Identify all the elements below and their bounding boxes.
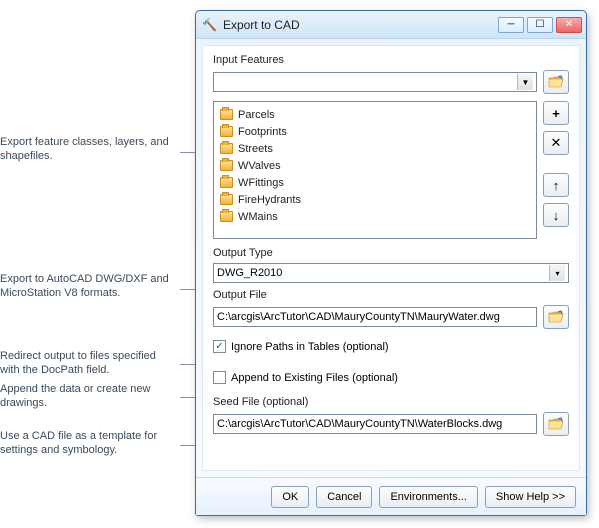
- list-item[interactable]: WValves: [220, 157, 530, 174]
- output-file-label: Output File: [213, 289, 569, 301]
- output-type-combo[interactable]: DWG_R2010 ▾: [213, 263, 569, 283]
- output-type-value: DWG_R2010: [217, 267, 282, 279]
- feature-class-icon: [220, 160, 233, 171]
- folder-open-icon: [548, 417, 564, 431]
- append-label: Append to Existing Files (optional): [231, 372, 398, 384]
- window-title: Export to CAD: [223, 18, 492, 32]
- feature-class-icon: [220, 211, 233, 222]
- feature-class-icon: [220, 177, 233, 188]
- chevron-down-icon: ▾: [549, 265, 565, 281]
- callout-formats: Export to AutoCAD DWG/DXF and MicroStati…: [0, 273, 175, 301]
- feature-class-icon: [220, 126, 233, 137]
- append-checkbox[interactable]: [213, 371, 226, 384]
- list-item-label: WFittings: [238, 177, 284, 189]
- browse-seed-button[interactable]: [543, 412, 569, 436]
- chevron-down-icon: ▼: [517, 74, 533, 90]
- callout-seed: Use a CAD file as a template for setting…: [0, 430, 175, 458]
- browse-output-button[interactable]: [543, 305, 569, 329]
- features-listbox[interactable]: Parcels Footprints Streets WValves WFittings…: [213, 101, 537, 239]
- tool-icon: 🔨: [202, 18, 217, 32]
- callout-redirect: Redirect output to files specified with …: [0, 350, 175, 378]
- add-feature-button[interactable]: +: [543, 101, 569, 125]
- arrow-down-icon: ↓: [553, 208, 560, 223]
- list-item[interactable]: WFittings: [220, 174, 530, 191]
- x-icon: ✕: [551, 135, 562, 151]
- callout-features: Export feature classes, layers, and shap…: [0, 136, 175, 164]
- list-item[interactable]: Parcels: [220, 106, 530, 123]
- list-item[interactable]: FireHydrants: [220, 191, 530, 208]
- cancel-button[interactable]: Cancel: [316, 486, 372, 508]
- close-button[interactable]: ✕: [556, 17, 582, 33]
- dialog-footer: OK Cancel Environments... Show Help >>: [196, 477, 586, 515]
- list-item-label: Parcels: [238, 109, 275, 121]
- ignore-paths-checkbox[interactable]: ✓: [213, 340, 226, 353]
- list-item[interactable]: Footprints: [220, 123, 530, 140]
- titlebar: 🔨 Export to CAD ─ ☐ ✕: [196, 11, 586, 39]
- window-buttons: ─ ☐ ✕: [498, 17, 582, 33]
- output-file-input[interactable]: [213, 307, 537, 327]
- list-item-label: WMains: [238, 211, 278, 223]
- list-item-label: WValves: [238, 160, 281, 172]
- export-to-cad-dialog: 🔨 Export to CAD ─ ☐ ✕ Input Features ▼: [195, 10, 587, 516]
- ignore-paths-label: Ignore Paths in Tables (optional): [231, 341, 389, 353]
- browse-input-button[interactable]: [543, 70, 569, 94]
- input-features-label: Input Features: [213, 54, 569, 66]
- feature-class-icon: [220, 194, 233, 205]
- show-help-button[interactable]: Show Help >>: [485, 486, 576, 508]
- input-features-combo[interactable]: ▼: [213, 72, 537, 92]
- list-item[interactable]: WMains: [220, 208, 530, 225]
- ok-button[interactable]: OK: [271, 486, 309, 508]
- dialog-body: Input Features ▼ Parcels Footprints Street…: [202, 45, 580, 471]
- callout-append: Append the data or create new drawings.: [0, 383, 175, 411]
- move-down-button[interactable]: ↓: [543, 203, 569, 227]
- seed-file-input[interactable]: [213, 414, 537, 434]
- plus-icon: +: [552, 106, 560, 121]
- list-item-label: FireHydrants: [238, 194, 301, 206]
- list-item[interactable]: Streets: [220, 140, 530, 157]
- seed-file-label: Seed File (optional): [213, 396, 569, 408]
- list-item-label: Streets: [238, 143, 273, 155]
- folder-open-icon: [548, 310, 564, 324]
- minimize-button[interactable]: ─: [498, 17, 524, 33]
- arrow-up-icon: ↑: [553, 178, 560, 193]
- environments-button[interactable]: Environments...: [379, 486, 477, 508]
- folder-open-icon: [548, 75, 564, 89]
- maximize-button[interactable]: ☐: [527, 17, 553, 33]
- move-up-button[interactable]: ↑: [543, 173, 569, 197]
- feature-class-icon: [220, 143, 233, 154]
- remove-feature-button[interactable]: ✕: [543, 131, 569, 155]
- list-item-label: Footprints: [238, 126, 287, 138]
- feature-class-icon: [220, 109, 233, 120]
- output-type-label: Output Type: [213, 247, 569, 259]
